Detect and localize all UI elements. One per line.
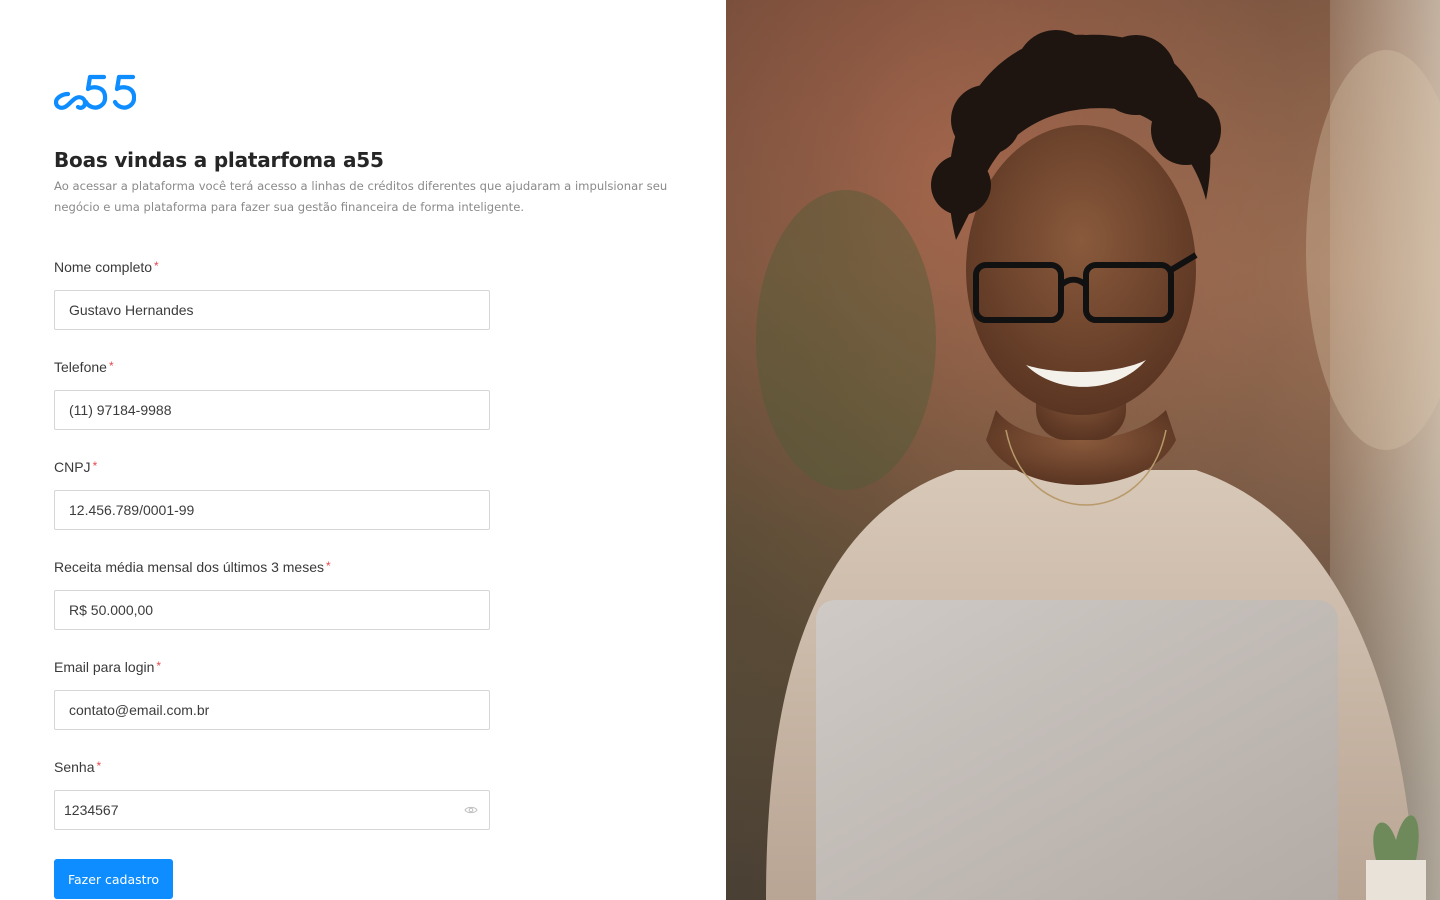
full-name-field: Nome completo *	[54, 257, 490, 330]
revenue-input[interactable]	[55, 591, 489, 629]
phone-field: Telefone *	[54, 357, 490, 430]
email-input[interactable]	[55, 691, 489, 729]
revenue-label: Receita média mensal dos últimos 3 meses	[54, 559, 325, 575]
cnpj-field: CNPJ *	[54, 457, 490, 530]
phone-label: Telefone	[54, 359, 107, 375]
hero-photo	[726, 0, 1440, 900]
woman-with-laptop-photo	[756, 30, 1440, 900]
email-field: Email para login *	[54, 657, 490, 730]
signup-button[interactable]: Fazer cadastro	[54, 859, 173, 899]
eye-icon[interactable]	[464, 804, 478, 816]
page-title: Boas vindas a platarfoma a55	[54, 148, 384, 172]
a55-logo	[54, 74, 136, 110]
phone-input[interactable]	[55, 391, 489, 429]
cnpj-label: CNPJ	[54, 459, 91, 475]
page-subtitle: Ao acessar a plataforma você terá acesso…	[54, 179, 668, 214]
required-mark: *	[156, 659, 162, 673]
required-mark: *	[154, 259, 159, 273]
revenue-field: Receita média mensal dos últimos 3 meses…	[54, 557, 490, 630]
full-name-input[interactable]	[55, 291, 489, 329]
cnpj-input[interactable]	[55, 491, 489, 529]
signup-panel: Boas vindas a platarfoma a55 Ao acessar …	[0, 0, 726, 900]
required-mark: *	[108, 359, 114, 373]
password-input[interactable]	[55, 791, 489, 829]
password-field: Senha *	[54, 757, 490, 830]
email-label: Email para login	[54, 659, 155, 675]
required-mark: *	[326, 559, 331, 573]
full-name-label: Nome completo	[54, 259, 153, 275]
required-mark: *	[92, 459, 98, 473]
required-mark: *	[96, 759, 102, 773]
password-label: Senha	[54, 759, 95, 775]
